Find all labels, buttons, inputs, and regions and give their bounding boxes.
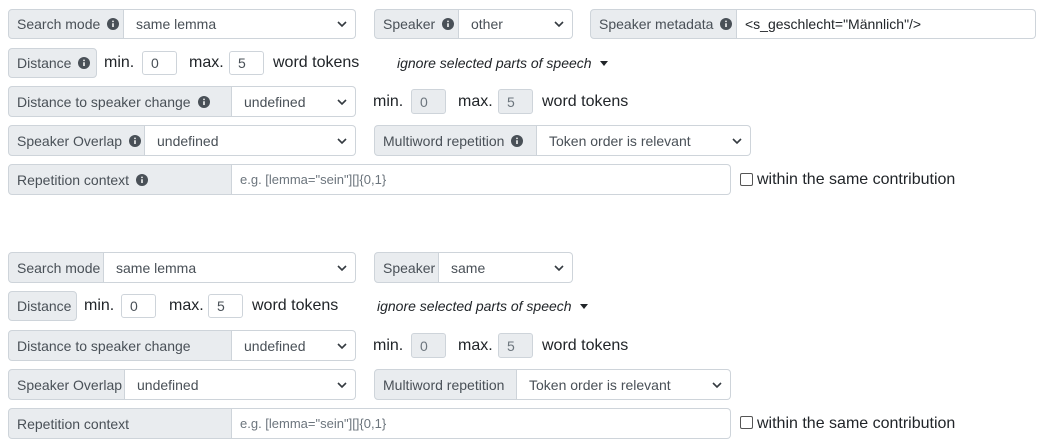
info-icon[interactable]: [511, 134, 524, 147]
search-mode-select[interactable]: same lemma: [104, 252, 356, 283]
multiword-select[interactable]: Token order is relevant: [537, 125, 751, 156]
repetition-context-label: Repetition context: [8, 408, 232, 439]
speaker-change-label: Distance to speaker change: [8, 330, 232, 361]
speaker-change-unit: word tokens: [542, 92, 629, 110]
ignore-pos-dropdown[interactable]: ignore selected parts of speech: [377, 291, 588, 321]
speaker-overlap-label: Speaker Overlap: [8, 369, 125, 400]
speaker-select[interactable]: other: [459, 9, 573, 39]
distance-label: Distance: [8, 48, 97, 78]
speaker-change-min-label: min.: [373, 336, 404, 354]
speaker-change-min-input[interactable]: 0: [411, 333, 446, 358]
distance-max-input[interactable]: 5: [208, 294, 243, 318]
speaker-change-min-input[interactable]: 0: [411, 89, 446, 114]
chevron-down-icon: [337, 98, 347, 105]
speaker-metadata-label: Speaker metadata: [590, 9, 737, 39]
caret-down-icon: [579, 303, 588, 309]
info-icon[interactable]: [78, 57, 91, 69]
distance-min-input[interactable]: 0: [142, 51, 177, 75]
chevron-down-icon: [712, 381, 722, 388]
speaker-overlap-label: Speaker Overlap: [8, 125, 145, 156]
speaker-change-max-input[interactable]: 5: [498, 333, 533, 358]
repetition-context-input[interactable]: e.g. [lemma="sein"][]{0,1}: [232, 408, 731, 439]
same-contribution-label[interactable]: within the same contribution: [757, 408, 955, 439]
speaker-label: Speaker: [374, 252, 439, 283]
distance-min-label: min.: [84, 297, 115, 314]
speaker-overlap-select[interactable]: undefined: [145, 125, 356, 156]
distance-unit: word tokens: [252, 297, 339, 314]
chevron-down-icon: [554, 21, 564, 28]
info-icon[interactable]: [129, 134, 142, 147]
chevron-down-icon: [337, 381, 347, 388]
speaker-change-select[interactable]: undefined: [232, 86, 356, 117]
chevron-down-icon: [337, 342, 347, 349]
speaker-change-min-label: min.: [373, 92, 404, 110]
distance-label: Distance: [8, 291, 77, 321]
speaker-overlap-select[interactable]: undefined: [125, 369, 356, 400]
info-icon[interactable]: [107, 18, 120, 30]
speaker-change-select[interactable]: undefined: [232, 330, 356, 361]
distance-max-label: max.: [169, 297, 204, 314]
speaker-change-max-input[interactable]: 5: [498, 89, 533, 114]
repetition-context-label: Repetition context: [8, 164, 232, 195]
search-mode-select[interactable]: same lemma: [124, 9, 356, 39]
distance-min-input[interactable]: 0: [121, 294, 156, 318]
multiword-select[interactable]: Token order is relevant: [517, 369, 731, 400]
speaker-change-label: Distance to speaker change: [8, 86, 232, 117]
info-icon[interactable]: [442, 18, 455, 30]
distance-min-label: min.: [104, 54, 135, 71]
same-contribution-checkbox[interactable]: [740, 173, 753, 186]
distance-max-input[interactable]: 5: [229, 51, 264, 75]
chevron-down-icon: [554, 264, 564, 271]
speaker-change-max-label: max.: [458, 92, 493, 110]
chevron-down-icon: [337, 264, 347, 271]
distance-unit: word tokens: [273, 54, 360, 71]
caret-down-icon: [599, 60, 608, 66]
speaker-metadata-input[interactable]: <s_geschlecht="Männlich"/>: [737, 9, 1036, 39]
multiword-label: Multiword repetition: [374, 125, 537, 156]
speaker-change-max-label: max.: [458, 336, 493, 354]
distance-max-label: max.: [189, 54, 224, 71]
info-icon[interactable]: [197, 95, 210, 108]
speaker-select[interactable]: same: [439, 252, 573, 283]
multiword-label: Multiword repetition: [374, 369, 517, 400]
info-icon[interactable]: [720, 18, 733, 30]
info-icon[interactable]: [136, 173, 149, 186]
speaker-change-unit: word tokens: [542, 336, 629, 354]
same-contribution-checkbox[interactable]: [740, 416, 753, 429]
repetition-context-input[interactable]: e.g. [lemma="sein"][]{0,1}: [232, 164, 731, 195]
chevron-down-icon: [337, 21, 347, 28]
speaker-label: Speaker: [374, 9, 459, 39]
search-mode-label: Search mode: [8, 252, 104, 283]
search-mode-label: Search mode: [8, 9, 124, 39]
ignore-pos-dropdown[interactable]: ignore selected parts of speech: [397, 48, 608, 78]
chevron-down-icon: [732, 137, 742, 144]
chevron-down-icon: [337, 137, 347, 144]
same-contribution-label[interactable]: within the same contribution: [757, 164, 955, 195]
